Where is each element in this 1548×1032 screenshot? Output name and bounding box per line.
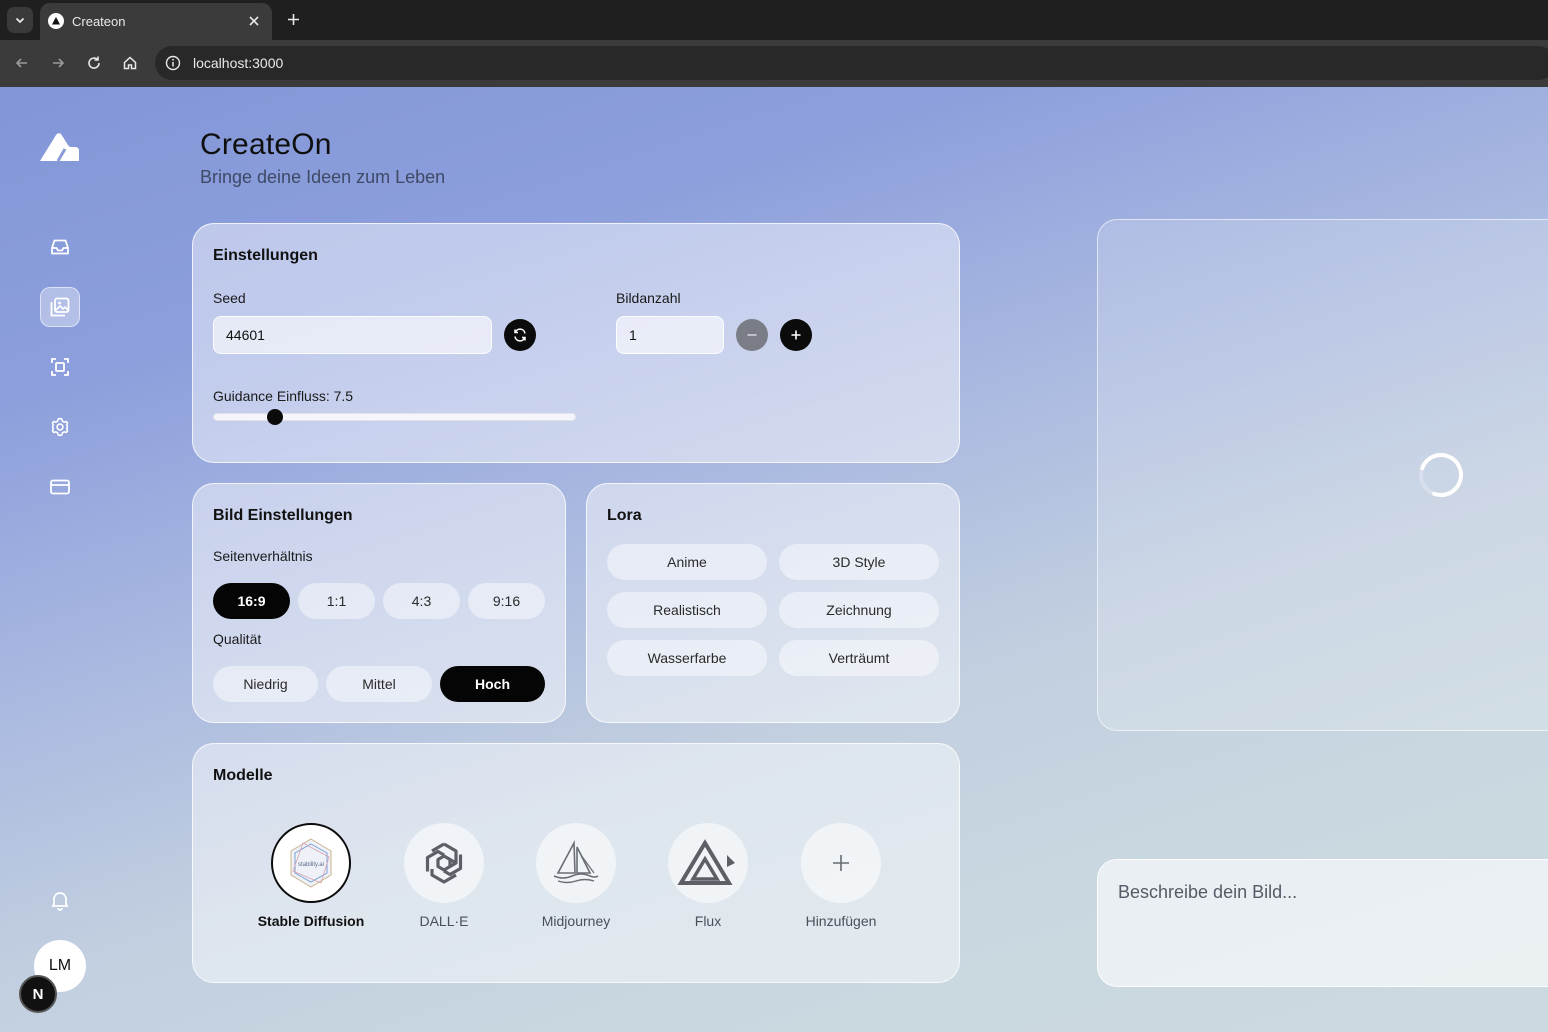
seed-input[interactable]: 44601: [213, 316, 492, 354]
lora-option-dreamy[interactable]: Verträumt: [779, 640, 939, 676]
model-flux[interactable]: [668, 823, 748, 903]
browser-tab-bar: Createon: [0, 0, 1548, 40]
forward-button[interactable]: [47, 52, 69, 74]
lora-option-watercolor[interactable]: Wasserfarbe: [607, 640, 767, 676]
models-title: Modelle: [213, 767, 273, 784]
model-label-add: Hinzufügen: [805, 913, 877, 929]
model-label-flux: Flux: [694, 913, 722, 929]
close-tab-button[interactable]: [244, 11, 264, 31]
home-icon: [123, 56, 137, 70]
app-root: LM N CreateOn Bringe deine Ideen zum Leb…: [0, 87, 1548, 1032]
plus-icon: [833, 855, 849, 871]
logo-icon: [40, 133, 79, 162]
lora-title: Lora: [607, 507, 642, 524]
chevron-down-icon: [15, 17, 25, 24]
plus-icon: [791, 330, 801, 340]
site-info-icon[interactable]: [163, 53, 183, 73]
quality-label: Qualität: [213, 631, 262, 647]
decrease-count-button[interactable]: [736, 319, 768, 351]
lora-option-anime[interactable]: Anime: [607, 544, 767, 580]
address-bar[interactable]: localhost:3000: [155, 46, 1548, 80]
midjourney-sailboat-icon: [553, 839, 599, 884]
model-label-stable-diffusion: Stable Diffusion: [257, 913, 365, 929]
model-midjourney[interactable]: [536, 823, 616, 903]
add-model-button[interactable]: [801, 823, 881, 903]
browser-toolbar: localhost:3000: [0, 40, 1548, 87]
aspect-option-1-1[interactable]: 1:1: [298, 583, 375, 619]
sidebar-item-scan[interactable]: [40, 347, 80, 387]
page-subtitle: Bringe deine Ideen zum Leben: [200, 167, 446, 187]
image-preview-panel: [1097, 219, 1548, 731]
scan-icon: [51, 358, 69, 376]
guidance-label: Guidance Einfluss: 7.5: [213, 388, 354, 404]
model-label-dalle: DALL·E: [419, 913, 469, 929]
svg-text:stability.ai: stability.ai: [298, 862, 324, 868]
minus-icon: [747, 334, 757, 336]
openai-logo-icon: [425, 842, 463, 884]
logo[interactable]: [38, 131, 82, 165]
lora-option-realistic[interactable]: Realistisch: [607, 592, 767, 628]
image-count-input[interactable]: 1: [616, 316, 724, 354]
sidebar-item-billing[interactable]: [40, 467, 80, 507]
inbox-icon: [51, 239, 69, 255]
reload-icon: [88, 56, 100, 69]
plus-icon: [287, 13, 299, 25]
reload-button[interactable]: [83, 52, 105, 74]
seed-label: Seed: [213, 290, 246, 306]
arrow-right-icon: [53, 58, 65, 68]
aspect-ratio-label: Seitenverhältnis: [213, 548, 313, 564]
lora-option-3d-style[interactable]: 3D Style: [779, 544, 939, 580]
loading-spinner-icon: [1419, 453, 1463, 497]
model-dalle[interactable]: [404, 823, 484, 903]
aspect-option-4-3[interactable]: 4:3: [383, 583, 460, 619]
model-label-midjourney: Midjourney: [541, 913, 611, 929]
notifications-button[interactable]: [40, 880, 80, 920]
browser-tab[interactable]: Createon: [40, 3, 272, 40]
bell-icon: [51, 892, 69, 911]
quality-option-high[interactable]: Hoch: [440, 666, 545, 702]
credit-card-icon: [50, 479, 70, 495]
page-title: CreateOn: [200, 128, 332, 161]
tab-title: Createon: [72, 14, 126, 29]
tab-search-button[interactable]: [7, 7, 33, 33]
new-tab-button[interactable]: [282, 8, 304, 30]
model-stable-diffusion[interactable]: stability.ai: [271, 823, 351, 903]
sidebar-item-settings[interactable]: [40, 407, 80, 447]
aspect-option-16-9[interactable]: 16:9: [213, 583, 290, 619]
sidebar-item-gallery[interactable]: [40, 287, 80, 327]
dev-indicator-badge[interactable]: N: [19, 975, 57, 1013]
prompt-box: [1097, 859, 1548, 987]
stability-ai-logo: stability.ai: [290, 838, 332, 888]
increase-count-button[interactable]: [780, 319, 812, 351]
quality-option-low[interactable]: Niedrig: [213, 666, 318, 702]
randomize-seed-button[interactable]: [504, 319, 536, 351]
lora-option-drawing[interactable]: Zeichnung: [779, 592, 939, 628]
image-count-label: Bildanzahl: [616, 290, 681, 306]
favicon-icon: [48, 13, 64, 29]
url-text: localhost:3000: [193, 55, 284, 71]
home-button[interactable]: [119, 52, 141, 74]
quality-option-medium[interactable]: Mittel: [326, 666, 432, 702]
gear-icon: [51, 417, 69, 437]
flux-logo-icon: [677, 839, 735, 885]
settings-title: Einstellungen: [213, 247, 318, 264]
refresh-icon: [514, 328, 526, 342]
sidebar-item-inbox[interactable]: [40, 227, 80, 267]
image-settings-title: Bild Einstellungen: [213, 507, 353, 524]
gallery-icon: [50, 297, 70, 317]
prompt-input[interactable]: [1098, 860, 1548, 986]
close-icon: [249, 16, 259, 26]
arrow-left-icon: [15, 58, 27, 68]
back-button[interactable]: [11, 52, 33, 74]
aspect-option-9-16[interactable]: 9:16: [468, 583, 545, 619]
